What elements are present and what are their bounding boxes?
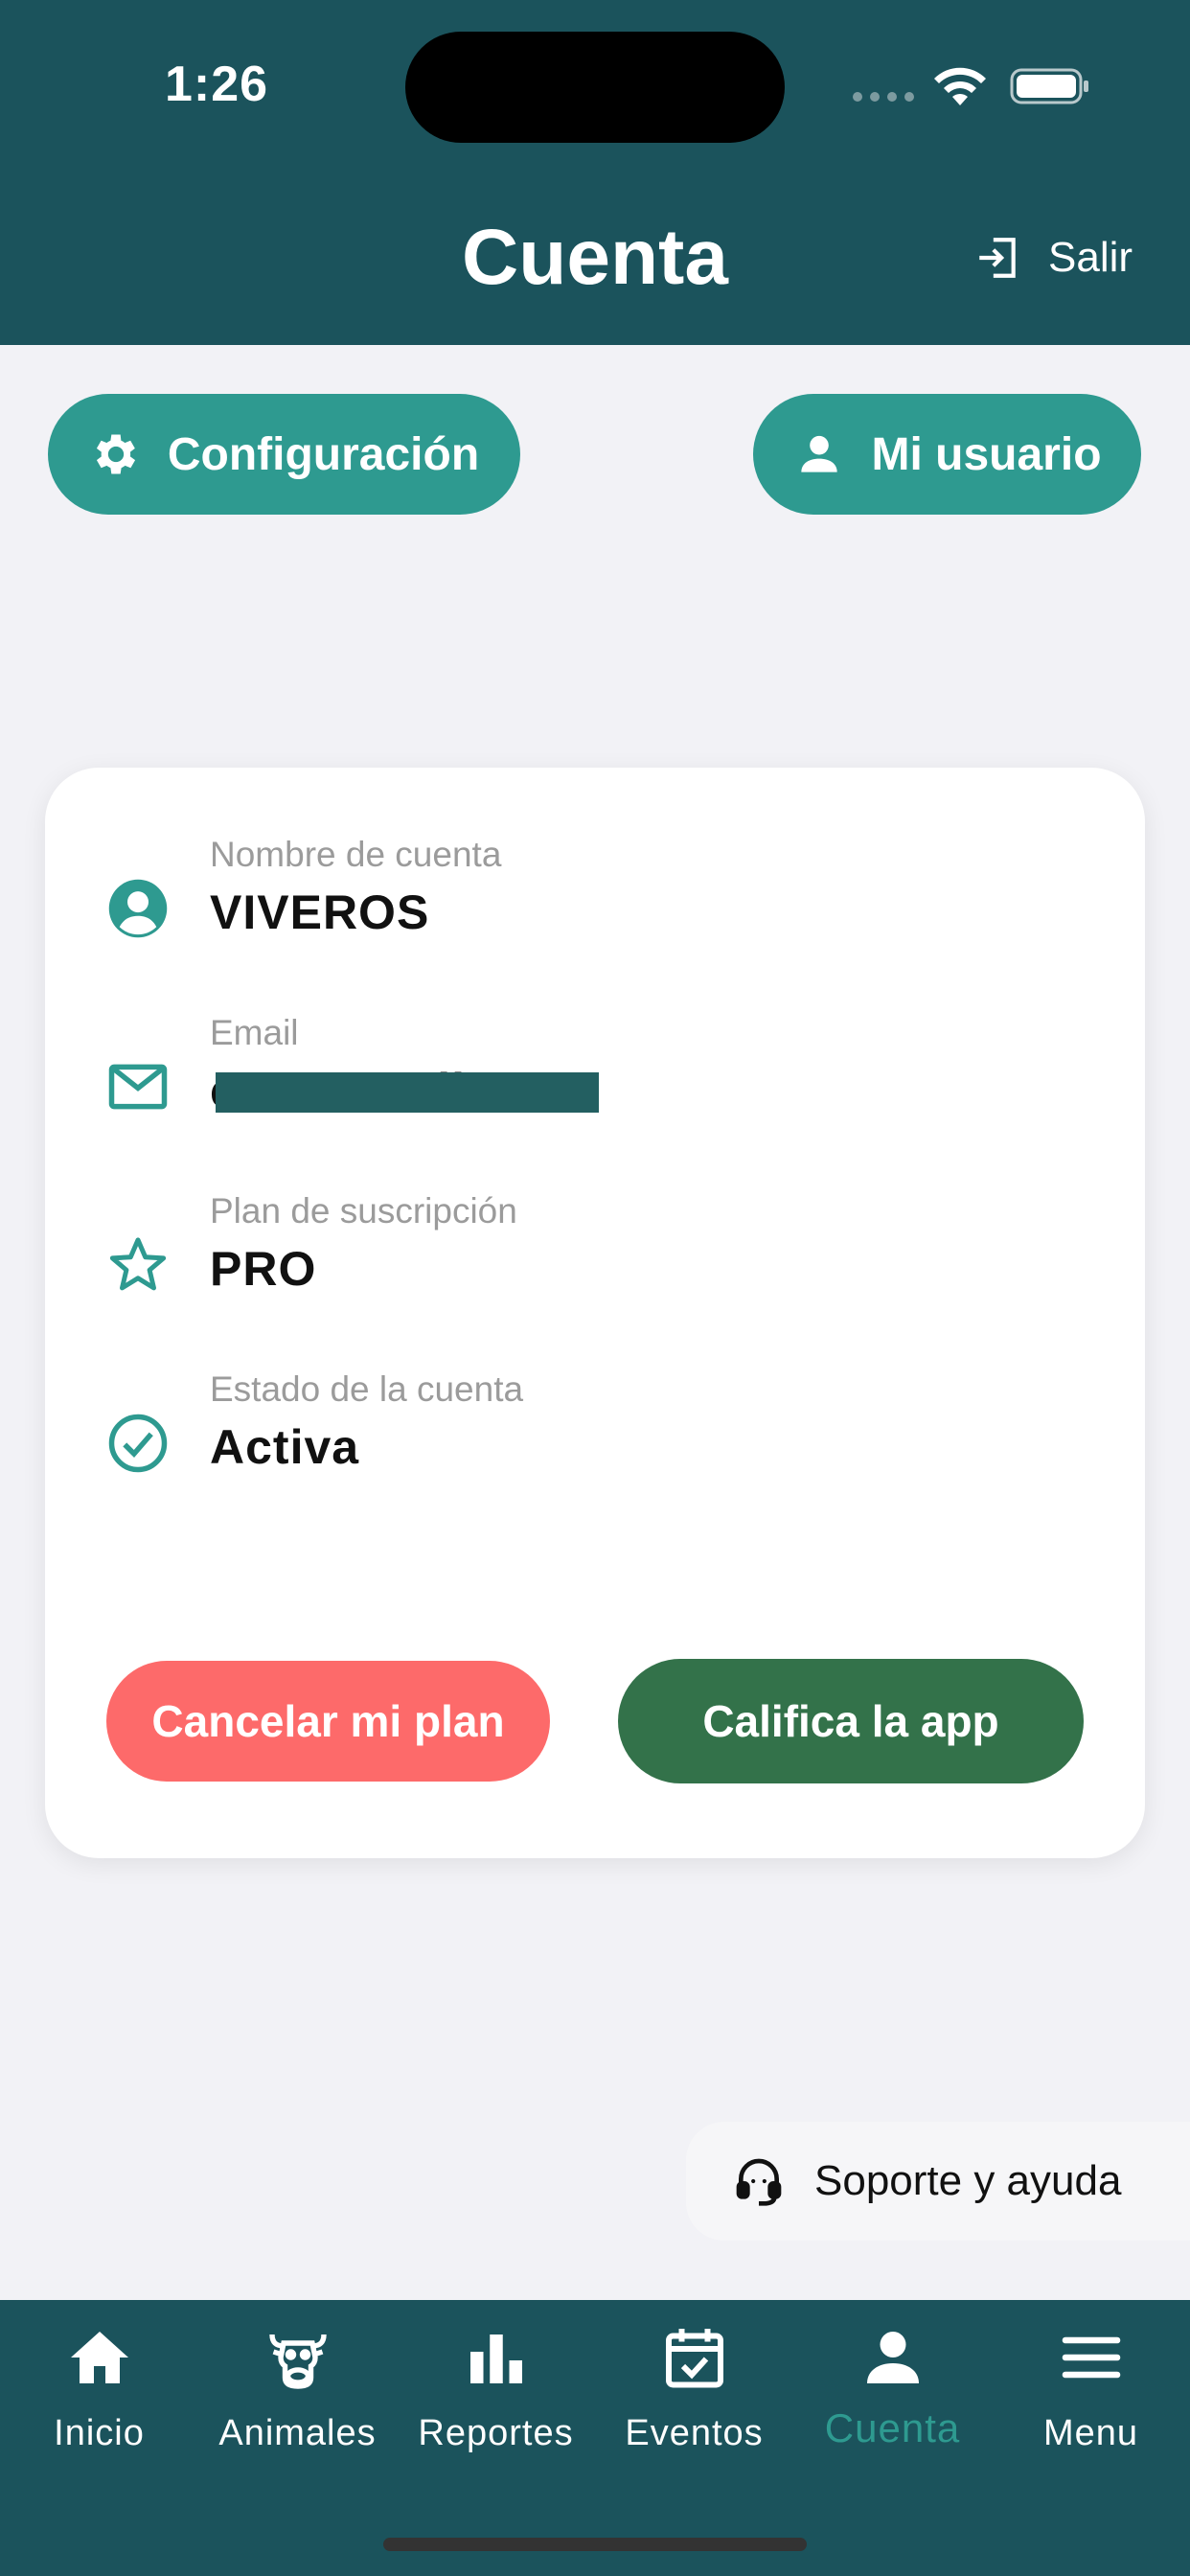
- nav-item-menu[interactable]: Menu: [992, 2323, 1190, 2476]
- star-icon: [109, 1237, 167, 1291]
- calendar-check-icon: [665, 2329, 723, 2388]
- plan-label: Plan de suscripción: [210, 1191, 517, 1230]
- logout-button[interactable]: Salir: [973, 234, 1133, 282]
- wifi-icon: [934, 67, 986, 105]
- header: 1:26 Cuenta Salir: [0, 0, 1190, 345]
- nav-item-inicio[interactable]: Inicio: [0, 2323, 198, 2476]
- nav-item-eventos[interactable]: Eventos: [595, 2323, 793, 2476]
- plan-row: Plan de suscripción PRO: [45, 1191, 1145, 1345]
- account-circle-icon: [108, 879, 168, 938]
- check-circle-icon: [108, 1414, 168, 1473]
- gear-icon: [96, 434, 135, 474]
- account-name-label: Nombre de cuenta: [210, 835, 502, 874]
- mail-icon: [108, 1064, 168, 1110]
- menu-icon: [1062, 2336, 1120, 2379]
- status-time: 1:26: [165, 57, 269, 112]
- configuration-button[interactable]: Configuración: [48, 394, 520, 515]
- nav-label-animales: Animales: [218, 2413, 377, 2453]
- person-icon: [866, 2332, 919, 2383]
- bar-chart-icon: [469, 2334, 522, 2383]
- nav-item-cuenta[interactable]: Cuenta: [793, 2323, 992, 2476]
- battery-icon: [1010, 68, 1088, 104]
- support-label: Soporte y ayuda: [814, 2157, 1122, 2204]
- nav-label-eventos: Eventos: [625, 2413, 764, 2453]
- status-label: Estado de la cuenta: [210, 1369, 524, 1409]
- rate-app-button[interactable]: Califica la app: [618, 1659, 1084, 1783]
- nav-label-inicio: Inicio: [54, 2413, 145, 2453]
- status-row: Estado de la cuenta Activa: [45, 1369, 1145, 1523]
- plan-value: PRO: [210, 1242, 317, 1296]
- cow-icon: [268, 2334, 327, 2389]
- account-name-row: Nombre de cuenta VIVEROS: [45, 835, 1145, 988]
- support-help-button[interactable]: Soporte y ayuda: [686, 2122, 1190, 2241]
- dynamic-island: [405, 32, 785, 143]
- nav-label-cuenta: Cuenta: [824, 2405, 961, 2450]
- email-label: Email: [210, 1013, 299, 1052]
- cancel-plan-button[interactable]: Cancelar mi plan: [106, 1661, 550, 1782]
- headset-icon: [736, 2158, 782, 2206]
- configuration-label: Configuración: [167, 428, 480, 480]
- account-info-card: Nombre de cuenta VIVEROS Email c il.com …: [45, 768, 1145, 1858]
- email-redaction: [216, 1072, 599, 1113]
- account-name-value: VIVEROS: [210, 886, 430, 939]
- account-screen: 1:26 Cuenta Salir Configuración Mi usuar…: [0, 0, 1190, 2576]
- home-icon: [70, 2332, 128, 2383]
- nav-label-menu: Menu: [1042, 2413, 1139, 2453]
- status-value: Activa: [210, 1420, 360, 1474]
- logout-label: Salir: [1048, 234, 1133, 281]
- nav-item-animales[interactable]: Animales: [198, 2323, 397, 2476]
- bottom-navigation: Inicio Animales Reportes Eventos Cuenta …: [0, 2300, 1190, 2576]
- nav-label-reportes: Reportes: [418, 2413, 574, 2453]
- home-indicator: [383, 2538, 807, 2551]
- logout-icon: [979, 238, 1016, 278]
- cellular-signal-icon: [853, 92, 914, 102]
- email-row: Email c il.com: [45, 1013, 1145, 1166]
- my-user-label: Mi usuario: [871, 428, 1102, 480]
- nav-item-reportes[interactable]: Reportes: [397, 2323, 595, 2476]
- my-user-button[interactable]: Mi usuario: [753, 394, 1141, 515]
- person-icon: [801, 435, 838, 472]
